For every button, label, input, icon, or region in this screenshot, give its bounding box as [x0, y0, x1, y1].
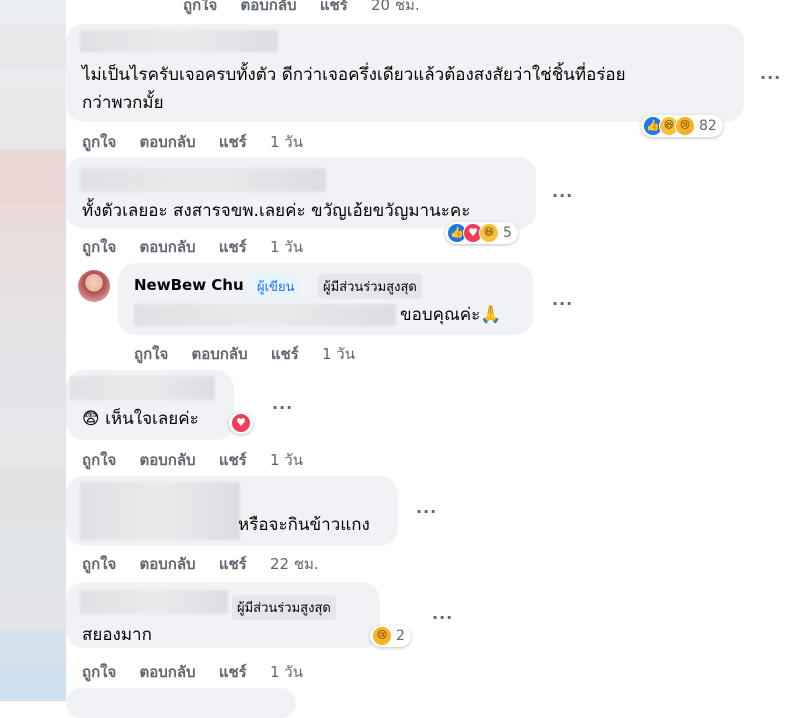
comment-time[interactable]: 1 วัน [270, 133, 303, 151]
like-link[interactable]: ถูกใจ [82, 133, 116, 151]
blurred-name [80, 482, 240, 540]
like-link[interactable]: ถูกใจ [183, 0, 217, 14]
comment-time[interactable]: 1 วัน [270, 663, 303, 681]
comment-actions: ถูกใจ ตอบกลับ แชร์ 20 ชม. [183, 0, 438, 17]
reaction-count: 82 [699, 118, 717, 134]
reply-link[interactable]: ตอบกลับ [140, 133, 196, 151]
share-link[interactable]: แชร์ [219, 133, 247, 151]
blurred-name [80, 30, 278, 52]
top-fan-badge: ผู้มีส่วนร่วมสูงสุด [232, 595, 336, 620]
avatar-blur [0, 25, 66, 70]
reaction-summary[interactable]: 👍 😆 😢 82 [641, 115, 723, 137]
comment-text: 😨 เห็นใจเลยค่ะ [82, 409, 199, 429]
comment-text: กว่าพวกมั้ย [82, 93, 164, 113]
share-link[interactable]: แชร์ [271, 345, 299, 363]
blurred-name [80, 590, 228, 614]
comment-actions: ถูกใจ ตอบกลับ แชร์ 22 ชม. [82, 552, 337, 576]
reply-link[interactable]: ตอบกลับ [192, 345, 248, 363]
reaction-count: 2 [396, 628, 405, 644]
like-link[interactable]: ถูกใจ [134, 345, 168, 363]
avatar-blur [0, 360, 66, 405]
reply-link[interactable]: ตอบกลับ [140, 663, 196, 681]
reply-link[interactable]: ตอบกลับ [140, 555, 196, 573]
reaction-summary[interactable]: 😢 2 [370, 625, 411, 647]
top-fan-badge: ผู้มีส่วนร่วมสูงสุด [318, 274, 422, 299]
blurred-tag [134, 304, 396, 326]
sad-icon: 😢 [372, 626, 392, 646]
author-name[interactable]: NewBew Chu [134, 276, 244, 294]
reaction-count: 5 [503, 225, 512, 241]
avatar[interactable] [78, 270, 110, 302]
like-link[interactable]: ถูกใจ [82, 451, 116, 469]
comment-time[interactable]: 22 ชม. [270, 555, 319, 573]
reply-link[interactable]: ตอบกลับ [140, 238, 196, 256]
comment-time[interactable]: 1 วัน [322, 345, 355, 363]
comment-actions: ถูกใจ ตอบกลับ แชร์ 1 วัน [82, 660, 321, 684]
like-link[interactable]: ถูกใจ [82, 555, 116, 573]
share-link[interactable]: แชร์ [219, 238, 247, 256]
sad-icon: 😢 [675, 116, 695, 136]
avatar-blur [0, 470, 66, 520]
haha-icon: 😆 [479, 223, 499, 243]
comment-bubble [66, 688, 296, 718]
more-options-icon[interactable]: ··· [432, 608, 453, 627]
more-options-icon[interactable]: ··· [272, 398, 293, 417]
like-link[interactable]: ถูกใจ [82, 663, 116, 681]
more-options-icon[interactable]: ··· [760, 68, 781, 87]
share-link[interactable]: แชร์ [320, 0, 348, 14]
blurred-name [80, 168, 326, 192]
reply-link[interactable]: ตอบกลับ [140, 451, 196, 469]
comment-text: ไม่เป็นไรครับเจอครบทั้งตัว ดีกว่าเจอครึ่… [82, 65, 626, 85]
comment-time[interactable]: 1 วัน [270, 451, 303, 469]
comment-text: ทั้งตัวเลยอะ สงสารจขพ.เลยค่ะ ขวัญเอ้ยขวั… [82, 201, 471, 221]
more-options-icon[interactable]: ··· [552, 294, 573, 313]
comment-time[interactable]: 20 ชม. [371, 0, 420, 14]
comment-text: สยองมาก [82, 625, 152, 645]
share-link[interactable]: แชร์ [219, 663, 247, 681]
comment-actions: ถูกใจ ตอบกลับ แชร์ 1 วัน [82, 130, 321, 154]
author-badge: ผู้เขียน [252, 274, 300, 299]
blurred-name [70, 376, 215, 400]
reaction-summary[interactable]: 👍 ♥ 😆 5 [445, 222, 518, 244]
share-link[interactable]: แชร์ [219, 555, 247, 573]
comment-actions: ถูกใจ ตอบกลับ แชร์ 1 วัน [82, 235, 321, 259]
share-link[interactable]: แชร์ [219, 451, 247, 469]
avatar-blur [0, 580, 66, 630]
comment-actions: ถูกใจ ตอบกลับ แชร์ 1 วัน [82, 448, 321, 472]
like-link[interactable]: ถูกใจ [82, 238, 116, 256]
avatar-blur [0, 150, 66, 205]
comment-time[interactable]: 1 วัน [270, 238, 303, 256]
comment-text: หรือจะกินข้าวแกง [238, 515, 370, 535]
reply-link[interactable]: ตอบกลับ [241, 0, 297, 14]
more-options-icon[interactable]: ··· [416, 502, 437, 521]
love-icon: ♥ [231, 413, 251, 433]
comment-actions: ถูกใจ ตอบกลับ แชร์ 1 วัน [134, 342, 373, 366]
comment-text: ขอบคุณค่ะ🙏 [400, 305, 502, 325]
more-options-icon[interactable]: ··· [552, 186, 573, 205]
left-column-blurred-avatars [0, 0, 66, 701]
reaction-summary[interactable]: ♥ [229, 412, 253, 434]
avatar-blur [0, 665, 66, 701]
